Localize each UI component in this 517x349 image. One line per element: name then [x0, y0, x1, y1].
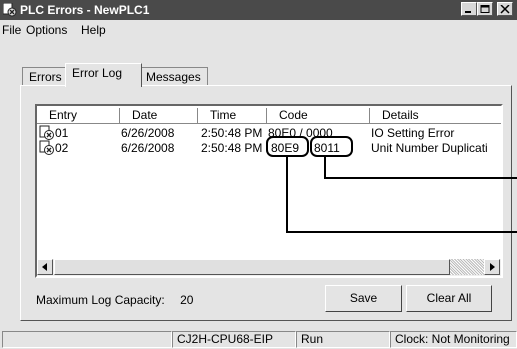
- status-pane-clock: Clock: Not Monitoring: [390, 331, 517, 348]
- capacity-value: 20: [180, 293, 194, 307]
- capacity-label: Maximum Log Capacity:: [36, 293, 165, 307]
- status-pane-model: CJ2H-CPU68-EIP: [172, 331, 296, 348]
- plc-errors-window: PLC Errors - NewPLC1 File Options Help E…: [0, 0, 517, 349]
- save-button[interactable]: Save: [325, 285, 402, 312]
- status-pane-mode: Run: [296, 331, 390, 348]
- clear-all-button[interactable]: Clear All: [406, 285, 492, 312]
- tab-error-log-label: Error Log: [72, 66, 123, 80]
- tab-error-log[interactable]: Error Log: [65, 63, 142, 87]
- status-bar: CJ2H-CPU68-EIP Run Clock: Not Monitoring: [0, 328, 517, 349]
- status-pane-empty: [2, 331, 172, 348]
- max-log-capacity: Maximum Log Capacity: 20: [36, 293, 193, 307]
